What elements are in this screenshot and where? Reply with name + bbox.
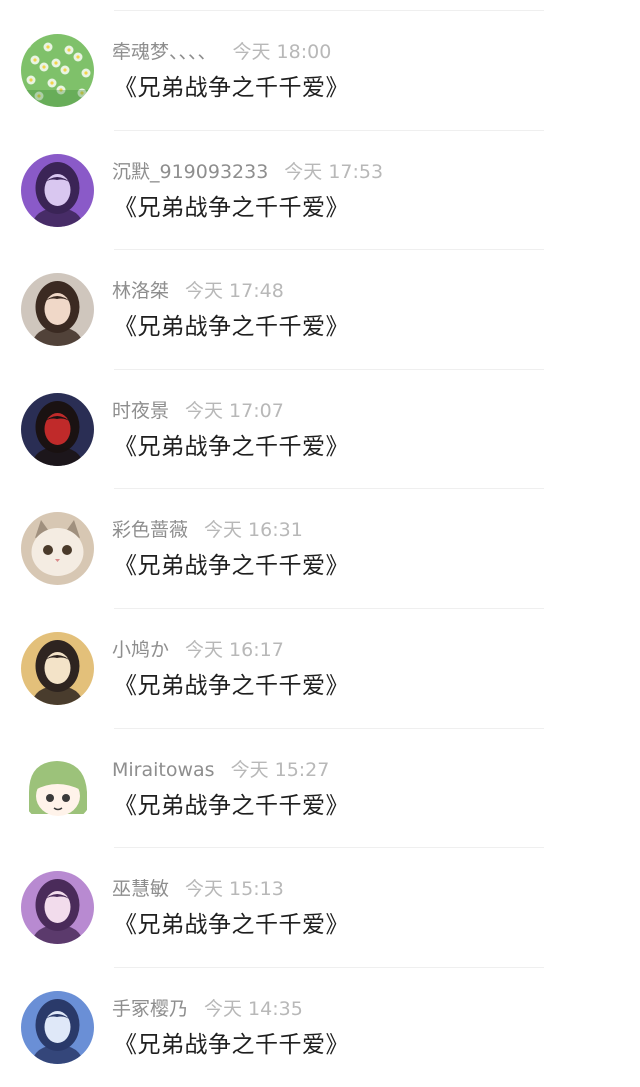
comment-item[interactable]: Miraitowas 今天 15:27 《兄弟战争之千千爱》 [0,729,640,849]
comment-meta: 沉默_919093233 今天 17:53 [112,160,383,184]
avatar[interactable] [21,34,94,107]
comment-item[interactable]: 牵魂梦、、、、 今天 18:00 《兄弟战争之千千爱》 [0,11,640,131]
green-hair-chibi-avatar-icon [21,751,94,825]
girl-portrait-avatar-icon [21,273,94,347]
comment-time: 今天 15:27 [230,758,330,781]
comment-time: 今天 17:53 [284,160,384,183]
avatar[interactable] [21,751,94,825]
comment-text: 《兄弟战争之千千爱》 [114,792,349,819]
comment-time: 今天 16:31 [204,519,303,542]
comment-time: 今天 18:00 [232,41,332,63]
user-name[interactable]: Miraitowas [112,759,215,781]
comment-meta: 巫慧敏 今天 15:13 [112,877,284,901]
user-name[interactable]: 牵魂梦、、、、 [112,41,217,63]
user-name[interactable]: 时夜景 [112,400,169,422]
comment-item[interactable]: 时夜景 今天 17:07 《兄弟战争之千千爱》 [0,370,640,490]
comment-time: 今天 15:13 [185,878,284,901]
anime-girl-purple-avatar-icon [21,153,94,227]
comment-meta: Miraitowas 今天 15:27 [112,758,329,782]
comment-text: 《兄弟战争之千千爱》 [114,194,349,221]
comment-text: 《兄弟战争之千千爱》 [114,314,349,341]
avatar[interactable] [21,153,94,227]
comment-item[interactable]: 沉默_919093233 今天 17:53 《兄弟战争之千千爱》 [0,131,640,251]
girl-with-cat-avatar-icon [21,631,94,705]
comment-text: 《兄弟战争之千千爱》 [114,912,349,939]
comment-meta: 小鸠か 今天 16:17 [112,638,284,662]
user-name[interactable]: 巫慧敏 [112,878,169,900]
comment-text: 《兄弟战争之千千爱》 [114,553,349,580]
avatar[interactable] [21,392,94,466]
user-name[interactable]: 手冢樱乃 [112,998,188,1020]
comment-time: 今天 17:48 [185,280,284,303]
avatar[interactable] [21,871,94,945]
comment-meta: 手冢樱乃 今天 14:35 [112,997,303,1021]
comment-text: 《兄弟战争之千千爱》 [114,433,349,460]
red-dress-avatar-icon [21,392,94,466]
comment-text: 《兄弟战争之千千爱》 [114,75,349,101]
comment-item[interactable]: 林洛桀 今天 17:48 《兄弟战争之千千爱》 [0,250,640,370]
comment-item[interactable]: 小鸠か 今天 16:17 《兄弟战争之千千爱》 [0,609,640,729]
comment-meta: 彩色蔷薇 今天 16:31 [112,518,303,542]
comment-text: 《兄弟战争之千千爱》 [114,1031,349,1058]
anime-princess-avatar-icon [21,871,94,945]
avatar[interactable] [21,631,94,705]
comment-time: 今天 14:35 [204,997,303,1020]
comment-item[interactable]: 手冢樱乃 今天 14:35 《兄弟战争之千千爱》 [0,968,640,1087]
flowers-avatar-icon [21,34,94,107]
comment-text: 《兄弟战争之千千爱》 [114,672,349,699]
comment-time: 今天 16:17 [185,638,284,661]
comment-meta: 林洛桀 今天 17:48 [112,279,284,303]
comment-meta: 牵魂梦、、、、 今天 18:00 [112,40,331,64]
avatar[interactable] [21,512,94,586]
user-name[interactable]: 彩色蔷薇 [112,519,188,541]
avatar[interactable] [21,990,94,1064]
comment-meta: 时夜景 今天 17:07 [112,399,284,423]
blue-fairy-avatar-icon [21,990,94,1064]
comment-list: 牵魂梦、、、、 今天 18:00 《兄弟战争之千千爱》 沉默_919093233 今… [0,11,640,1087]
user-name[interactable]: 林洛桀 [112,280,169,302]
comment-time: 今天 17:07 [185,399,284,422]
comment-item[interactable]: 彩色蔷薇 今天 16:31 《兄弟战争之千千爱》 [0,489,640,609]
avatar[interactable] [21,273,94,347]
comment-item[interactable]: 巫慧敏 今天 15:13 《兄弟战争之千千爱》 [0,848,640,968]
cat-avatar-icon [21,512,94,586]
user-name[interactable]: 小鸠か [112,639,169,661]
user-name[interactable]: 沉默_919093233 [112,161,268,183]
